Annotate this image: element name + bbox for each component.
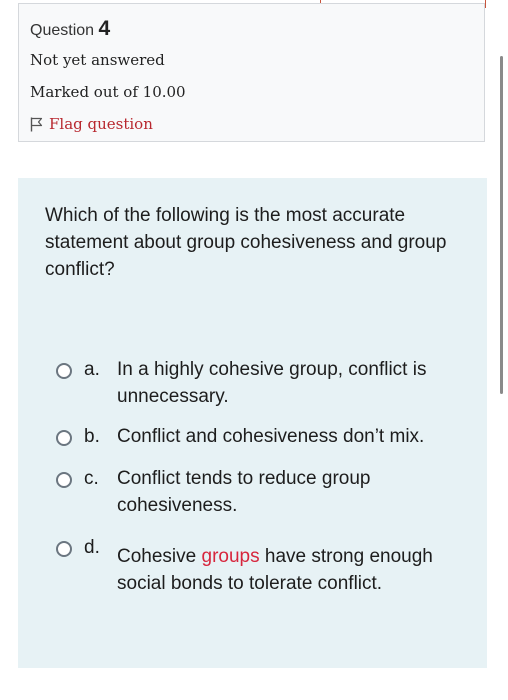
answer-letter-a: a. bbox=[84, 359, 100, 380]
answer-text-b: Conflict and cohesiveness don’t mix. bbox=[117, 426, 425, 447]
flag-question-link[interactable]: Flag question bbox=[30, 115, 153, 133]
question-number: 4 bbox=[98, 17, 111, 40]
question-heading: Question 4 bbox=[30, 17, 110, 41]
radio-button-d[interactable] bbox=[56, 541, 72, 557]
page-scrollbar[interactable] bbox=[500, 56, 503, 394]
radio-button-a[interactable] bbox=[56, 363, 72, 379]
answer-text-d: Cohesive groups have strong enough socia… bbox=[117, 543, 467, 597]
answer-text-d-before: Cohesive bbox=[117, 546, 202, 567]
answer-status: Not yet answered bbox=[30, 51, 165, 69]
answer-letter-c: c. bbox=[84, 468, 99, 489]
answer-letter-b: b. bbox=[84, 426, 100, 447]
answer-text-d-highlight: groups bbox=[201, 546, 260, 567]
radio-button-b[interactable] bbox=[56, 430, 72, 446]
radio-button-c[interactable] bbox=[56, 472, 72, 488]
answer-letter-d: d. bbox=[84, 537, 100, 558]
question-label: Question bbox=[30, 22, 95, 39]
question-text: Which of the following is the most accur… bbox=[45, 205, 447, 280]
answer-text-c: Conflict tends to reduce group cohesiven… bbox=[117, 468, 371, 516]
flag-icon bbox=[30, 117, 43, 131]
flag-question-label: Flag question bbox=[49, 115, 153, 133]
marked-out-of: Marked out of 10.00 bbox=[30, 83, 186, 101]
answer-text-a: In a highly cohesive group, conflict is … bbox=[117, 359, 427, 407]
question-info-panel: Question 4 Not yet answered Marked out o… bbox=[18, 3, 485, 142]
question-content-panel: Which of the following is the most accur… bbox=[18, 178, 487, 668]
